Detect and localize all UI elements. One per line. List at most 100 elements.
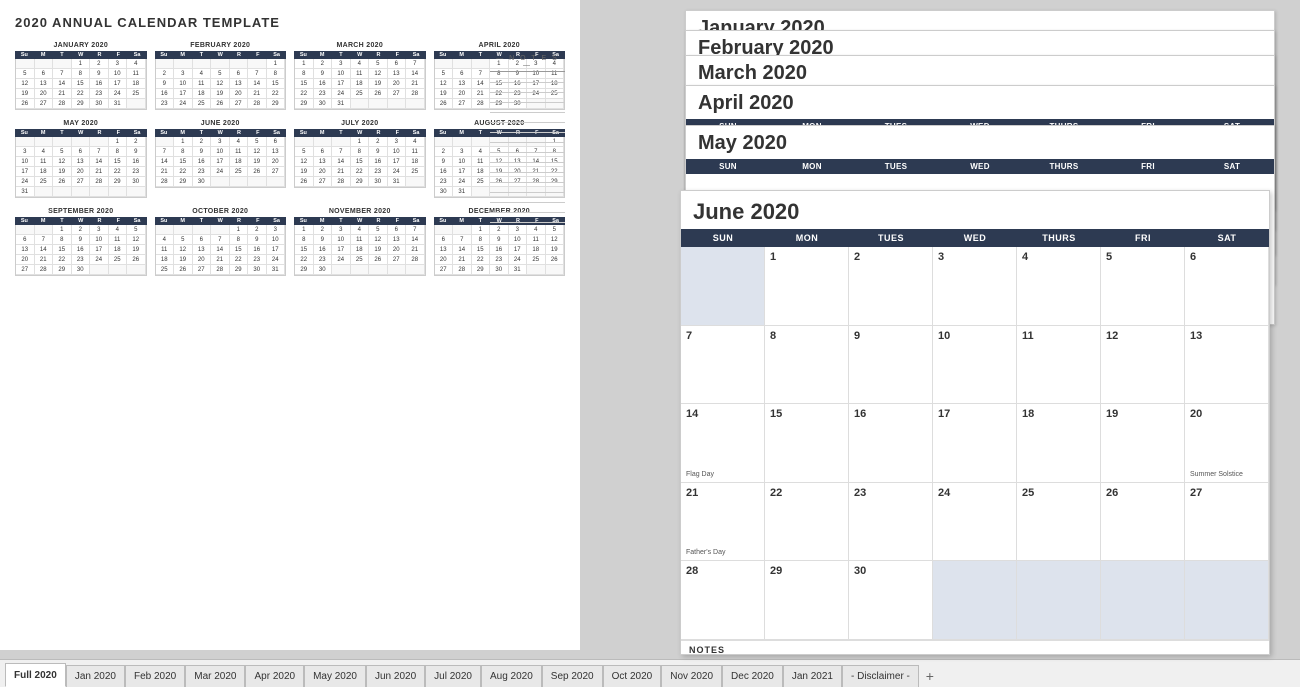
large-cal-day: 23 [849,483,933,561]
large-cal-day: 15 [765,404,849,482]
june-week-4: 2829 30 [681,561,1269,640]
left-panel: 2020 ANNUAL CALENDAR TEMPLATE JANUARY 20… [0,0,580,650]
june-week-0: 123456 [681,247,1269,326]
notes-line [490,165,565,173]
mini-cal-header-nov: SuMTWRFSa [294,217,426,225]
mini-cal-body-jun: 1234567891011121314151617181920212223242… [155,137,287,188]
notes-line [490,105,565,113]
day-event: Father's Day [686,549,725,556]
notes-line [490,135,565,143]
day-number: 14 [686,408,698,420]
large-cal-day: 11 [1017,326,1101,404]
stack-may-title: May 2020 [686,126,1274,159]
large-cal-day: 29 [765,561,849,639]
large-cal-day: 3 [933,247,1017,325]
day-event: Summer Solstice [1190,471,1243,478]
large-cal-day: 5 [1101,247,1185,325]
day-number: 15 [770,408,782,420]
right-panel: January 2020 SUNMONTUESWEDTHURSFRISAT Fe… [580,5,1280,665]
june-body: 1234567891011121314Flag Day151617181920S… [681,247,1269,640]
mini-cal-sep: SEPTEMBER 2020SuMTWRFSa12345678910111213… [15,208,147,276]
notes-line [490,75,565,83]
large-cal-day [1017,561,1101,639]
day-number: 18 [1022,408,1034,420]
notes-line [490,85,565,93]
day-number: 19 [1106,408,1118,420]
tab-jan-2020[interactable]: Jan 2020 [66,665,125,687]
tab-apr-2020[interactable]: Apr 2020 [245,665,304,687]
tab-mar-2020[interactable]: Mar 2020 [185,665,245,687]
notes-line [490,195,565,203]
notes-line [490,115,565,123]
day-number: 9 [854,330,860,342]
tab-jul-2020[interactable]: Jul 2020 [425,665,481,687]
mini-cal-header-jan: SuMTWRFSa [15,51,147,59]
day-number: 13 [1190,330,1202,342]
small-calendars-mid: MAY 2020 SuMTWRFSa 12345678910111213141516… [15,120,565,198]
mini-cal-title-oct: OCTOBER 2020 [155,208,287,215]
mini-cal-jul: JULY 2020SuMTWRFSa1234567891011121314151… [294,120,426,198]
tab-feb-2020[interactable]: Feb 2020 [125,665,185,687]
large-cal-day: 7 [681,326,765,404]
notes-line [490,215,565,223]
large-cal-day: 21 Father's Day [681,483,765,561]
day-number: 21 [686,487,698,499]
mini-cal-body-nov: 1234567891011121314151617181920212223242… [294,225,426,276]
mini-cal-title-may: MAY 2020 [15,120,147,127]
day-number: 27 [1190,487,1202,499]
large-cal-day: 26 [1101,483,1185,561]
mini-cal-body-oct: 1234567891011121314151617181920212223242… [155,225,287,276]
june-week-1: 7 8 9 10 11 12 13 [681,326,1269,405]
day-number: 30 [854,565,866,577]
mini-cal-title-jan: JANUARY 2020 [15,42,147,49]
small-calendars-top: JANUARY 2020 SuMTWRFSa 1234567891011121314… [15,42,565,110]
mini-cal-body-mar: 1234567891011121314151617181920212223242… [294,59,426,110]
tab-oct-2020[interactable]: Oct 2020 [603,665,662,687]
mini-cal-title-nov: NOVEMBER 2020 [294,208,426,215]
large-cal-day: 2 [849,247,933,325]
day-number: 20 [1190,408,1202,420]
notes-lines [490,75,565,223]
june-notes-label: NOTES [689,645,1261,655]
day-number: 23 [854,487,866,499]
large-cal-day: 30 [849,561,933,639]
large-cal-day: 4 [1017,247,1101,325]
stack-may-header: SUNMONTUESWEDTHURSFRISAT [686,159,1274,174]
day-number: 16 [854,408,866,420]
large-cal-day: 12 [1101,326,1185,404]
notes-line [490,205,565,213]
notes-line [490,155,565,163]
june-header: SUN MON TUES WED THURS FRI SAT [681,229,1269,247]
large-cal-day: 22 [765,483,849,561]
day-number: 25 [1022,487,1034,499]
day-number: 22 [770,487,782,499]
tab-jun-2020[interactable]: Jun 2020 [366,665,425,687]
spreadsheet-container: 2020 ANNUAL CALENDAR TEMPLATE JANUARY 20… [0,0,1300,687]
mini-cal-body-sep: 1234567891011121314151617181920212223242… [15,225,147,276]
large-cal-day: 16 [849,404,933,482]
tab-full-2020[interactable]: Full 2020 [5,663,66,687]
notes-title: — N O T E S — [490,55,565,72]
mini-cal-body-dec: 1234567891011121314151617181920212223242… [434,225,566,276]
large-cal-day: 1 [765,247,849,325]
day-number: 17 [938,408,950,420]
tab-may-2020[interactable]: May 2020 [304,665,366,687]
day-number: 7 [686,330,692,342]
large-cal-day: 10 [933,326,1017,404]
tab-sep-2020[interactable]: Sep 2020 [542,665,603,687]
day-number: 11 [1022,330,1034,342]
mini-cal-header-may: SuMTWRFSa [15,129,147,137]
large-cal-day: 28 [681,561,765,639]
day-event: Flag Day [686,471,714,478]
tab-aug-2020[interactable]: Aug 2020 [481,665,542,687]
large-cal-day: 14 Flag Day [681,404,765,482]
large-cal-day: 24 [933,483,1017,561]
large-cal-day: 20 Summer Solstice [1185,404,1269,482]
day-number: 10 [938,330,950,342]
notes-line [490,185,565,193]
day-number: 8 [770,330,776,342]
notes-line [490,95,565,103]
mini-cal-body-feb: 1234567891011121314151617181920212223242… [155,59,287,110]
large-cal-day: 17 [933,404,1017,482]
mini-cal-header-sep: SuMTWRFSa [15,217,147,225]
